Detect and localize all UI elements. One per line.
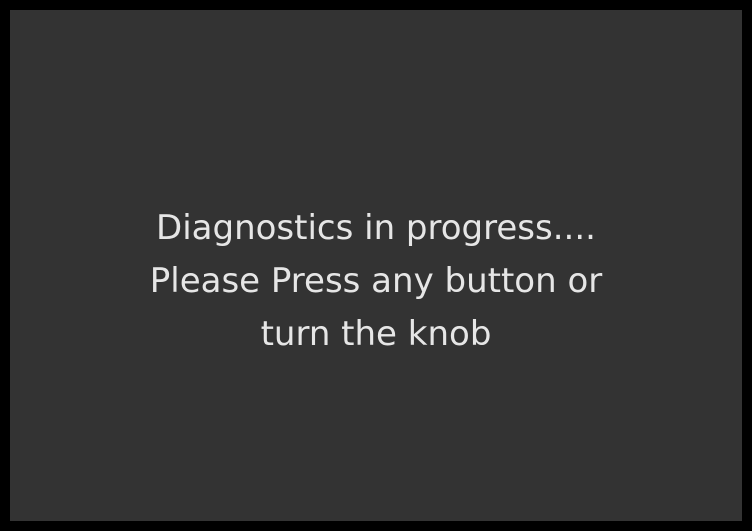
message-line-3: turn the knob [260, 314, 492, 354]
diagnostics-message: Diagnostics in progress.... Please Press… [10, 202, 742, 361]
display-screen[interactable]: Diagnostics in progress.... Please Press… [10, 10, 742, 521]
device-frame: Diagnostics in progress.... Please Press… [0, 0, 752, 531]
message-line-1: Diagnostics in progress.... [156, 208, 596, 248]
message-line-2: Please Press any button or [149, 261, 603, 301]
